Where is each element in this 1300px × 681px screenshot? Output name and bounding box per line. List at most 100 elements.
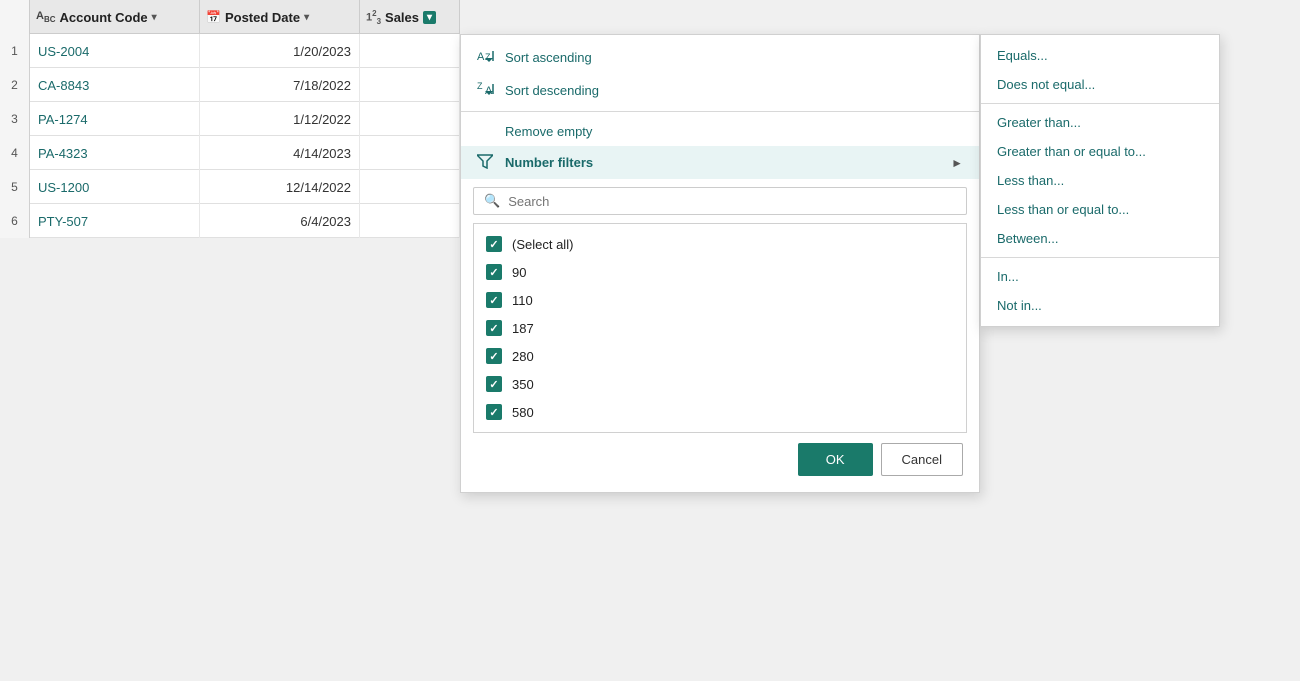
checkbox-select-all-check[interactable] <box>486 236 502 252</box>
col-account-label: Account Code <box>60 10 148 25</box>
submenu-less-than-equal[interactable]: Less than or equal to... <box>981 195 1219 224</box>
cell-account-6: PTY-507 <box>30 204 200 238</box>
submenu-less-than-label: Less than... <box>997 173 1064 188</box>
sort-ascending-label: Sort ascending <box>505 50 592 65</box>
sales-dropdown-arrow[interactable]: ▾ <box>423 11 436 24</box>
cell-date-2: 7/18/2022 <box>200 68 360 102</box>
checkbox-90-label: 90 <box>512 265 526 280</box>
table-row: 2 CA-8843 7/18/2022 <box>0 68 460 102</box>
remove-empty-icon <box>477 123 495 139</box>
filter-dropdown-menu: AZ Sort ascending ZA Sort descending Rem… <box>460 34 980 493</box>
row-num-4: 4 <box>0 136 30 170</box>
table-row: 6 PTY-507 6/4/2023 <box>0 204 460 238</box>
submenu-separator-2 <box>981 257 1219 258</box>
table-header: ABC Account Code ▾ 📅 Posted Date ▾ 123 S… <box>0 0 460 34</box>
sort-descending-icon: ZA <box>477 81 495 100</box>
date-dropdown-arrow[interactable]: ▾ <box>304 12 309 23</box>
checkbox-110-label: 110 <box>512 293 533 308</box>
submenu-equals-label: Equals... <box>997 48 1048 63</box>
cell-sales-5 <box>360 170 460 204</box>
checkbox-580-label: 580 <box>512 405 534 420</box>
submenu-between[interactable]: Between... <box>981 224 1219 253</box>
col-sales-label: Sales <box>385 10 419 25</box>
checkbox-list: (Select all) 90 110 187 280 350 580 <box>473 223 967 433</box>
checkbox-item-350[interactable]: 350 <box>474 370 966 398</box>
row-num-6: 6 <box>0 204 30 238</box>
cell-sales-2 <box>360 68 460 102</box>
sort-descending-label: Sort descending <box>505 83 599 98</box>
submenu-greater-than-label: Greater than... <box>997 115 1081 130</box>
sort-ascending-item[interactable]: AZ Sort ascending <box>461 41 979 74</box>
sales-icon: 123 <box>366 9 381 26</box>
search-input[interactable] <box>508 194 956 209</box>
table-row: 3 PA-1274 1/12/2022 <box>0 102 460 136</box>
checkbox-select-all-label: (Select all) <box>512 237 573 252</box>
filter-icon <box>477 153 495 172</box>
cell-sales-1 <box>360 34 460 68</box>
checkbox-187-label: 187 <box>512 321 534 336</box>
submenu-greater-than-equal-label: Greater than or equal to... <box>997 144 1146 159</box>
col-date-label: Posted Date <box>225 10 300 25</box>
checkbox-item-580[interactable]: 580 <box>474 398 966 426</box>
search-icon: 🔍 <box>484 193 500 209</box>
number-filters-submenu: Equals... Does not equal... Greater than… <box>980 34 1220 327</box>
number-filters-label: Number filters <box>505 155 593 170</box>
col-header-account[interactable]: ABC Account Code ▾ <box>30 0 200 34</box>
svg-text:Z: Z <box>477 81 483 91</box>
checkbox-item-110[interactable]: 110 <box>474 286 966 314</box>
col-header-sales[interactable]: 123 Sales ▾ <box>360 0 460 34</box>
cell-date-4: 4/14/2023 <box>200 136 360 170</box>
cell-account-2: CA-8843 <box>30 68 200 102</box>
checkbox-select-all[interactable]: (Select all) <box>474 230 966 258</box>
submenu-does-not-equal-label: Does not equal... <box>997 77 1095 92</box>
cell-sales-6 <box>360 204 460 238</box>
submenu-in[interactable]: In... <box>981 262 1219 291</box>
search-container: 🔍 <box>461 179 979 223</box>
checkbox-350-label: 350 <box>512 377 534 392</box>
cell-sales-4 <box>360 136 460 170</box>
checkbox-350-check[interactable] <box>486 376 502 392</box>
table-row: 1 US-2004 1/20/2023 <box>0 34 460 68</box>
submenu-not-in[interactable]: Not in... <box>981 291 1219 320</box>
submenu-greater-than-equal[interactable]: Greater than or equal to... <box>981 137 1219 166</box>
sort-descending-item[interactable]: ZA Sort descending <box>461 74 979 107</box>
submenu-less-than[interactable]: Less than... <box>981 166 1219 195</box>
checkbox-item-90[interactable]: 90 <box>474 258 966 286</box>
row-num-2: 2 <box>0 68 30 102</box>
svg-text:A: A <box>477 51 485 63</box>
number-filters-item[interactable]: Number filters ► <box>461 146 979 179</box>
checkbox-280-check[interactable] <box>486 348 502 364</box>
col-header-date[interactable]: 📅 Posted Date ▾ <box>200 0 360 34</box>
posted-date-icon: 📅 <box>206 10 221 24</box>
checkbox-580-check[interactable] <box>486 404 502 420</box>
checkbox-187-check[interactable] <box>486 320 502 336</box>
remove-empty-item[interactable]: Remove empty <box>461 116 979 146</box>
submenu-less-than-equal-label: Less than or equal to... <box>997 202 1129 217</box>
checkbox-90-check[interactable] <box>486 264 502 280</box>
col-header-num <box>0 0 30 34</box>
cancel-button[interactable]: Cancel <box>881 443 963 476</box>
submenu-not-in-label: Not in... <box>997 298 1042 313</box>
search-box[interactable]: 🔍 <box>473 187 967 215</box>
checkbox-110-check[interactable] <box>486 292 502 308</box>
cell-date-5: 12/14/2022 <box>200 170 360 204</box>
ok-button[interactable]: OK <box>798 443 873 476</box>
remove-empty-label: Remove empty <box>505 124 592 139</box>
table-row: 4 PA-4323 4/14/2023 <box>0 136 460 170</box>
row-num-3: 3 <box>0 102 30 136</box>
checkbox-item-187[interactable]: 187 <box>474 314 966 342</box>
account-code-icon: ABC <box>36 10 56 24</box>
submenu-does-not-equal[interactable]: Does not equal... <box>981 70 1219 99</box>
menu-footer: OK Cancel <box>461 433 979 486</box>
cell-date-1: 1/20/2023 <box>200 34 360 68</box>
cell-account-3: PA-1274 <box>30 102 200 136</box>
row-num-1: 1 <box>0 34 30 68</box>
separator-1 <box>461 111 979 112</box>
cell-sales-3 <box>360 102 460 136</box>
submenu-greater-than[interactable]: Greater than... <box>981 108 1219 137</box>
cell-date-6: 6/4/2023 <box>200 204 360 238</box>
submenu-equals[interactable]: Equals... <box>981 41 1219 70</box>
account-dropdown-arrow[interactable]: ▾ <box>152 12 157 23</box>
submenu-separator-1 <box>981 103 1219 104</box>
checkbox-item-280[interactable]: 280 <box>474 342 966 370</box>
